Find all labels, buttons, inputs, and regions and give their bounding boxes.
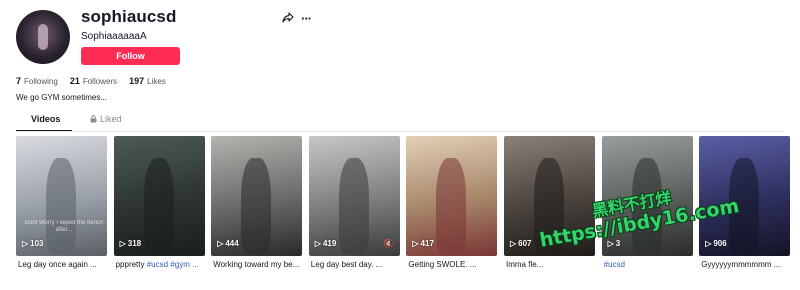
video-thumbnail[interactable]: ▷ 417	[406, 136, 498, 256]
thumbnail-figure	[338, 158, 369, 254]
view-count: ▷ 906	[705, 239, 727, 248]
thumbnail-overlay-text: Dont Worry I wiped the bench after...	[24, 219, 104, 233]
avatar[interactable]	[16, 10, 70, 64]
view-count-value: 103	[30, 239, 44, 248]
video-caption[interactable]: #ucsd	[604, 260, 693, 269]
video-thumbnail[interactable]: ▷ 318	[113, 136, 205, 256]
video-caption[interactable]: Imma fle...	[506, 260, 595, 269]
profile-tabs: Videos Liked	[16, 114, 156, 132]
view-count-value: 318	[127, 239, 142, 248]
thumbnail-figure	[143, 158, 174, 254]
view-count: ▷ 444	[217, 239, 239, 248]
caption-hashtags[interactable]: #ucsd	[604, 260, 625, 269]
caption-hashtags[interactable]: #ucsd #gym ...	[147, 260, 199, 269]
view-count-value: 607	[518, 239, 532, 248]
video-card[interactable]: ▷ 419 🔇 Leg day best day. ...	[308, 136, 400, 269]
play-icon: ▷	[705, 239, 712, 248]
view-count-value: 444	[225, 239, 239, 248]
following-label: Following	[24, 77, 58, 86]
view-count-value: 417	[420, 239, 434, 248]
video-card[interactable]: ▷ 906 Gyyyyyymmmmmm ...	[699, 136, 791, 269]
likes-label: Likes	[147, 77, 166, 86]
video-caption[interactable]: Working toward my be...	[213, 260, 302, 269]
view-count-value: 906	[713, 239, 727, 248]
tab-liked-label: Liked	[100, 114, 122, 124]
play-icon: ▷	[510, 239, 517, 248]
thumbnail-figure	[46, 158, 76, 254]
muted-icon: 🔇	[383, 239, 394, 248]
play-icon: ▷	[412, 239, 419, 248]
play-icon: ▷	[119, 239, 126, 248]
video-caption[interactable]: Leg day once again ...	[18, 260, 107, 269]
profile-username: sophiaucsd	[81, 7, 177, 26]
view-count: ▷ 417	[412, 239, 434, 248]
view-count: ▷ 3	[608, 239, 621, 248]
thumbnail-figure	[436, 158, 467, 254]
tab-liked[interactable]: Liked	[90, 114, 122, 124]
video-grid: Dont Worry I wiped the bench after... ▷ 10…	[16, 136, 794, 269]
likes-stat: 197 Likes	[129, 76, 166, 86]
followers-label: Followers	[82, 77, 118, 86]
view-count: ▷ 607	[510, 239, 532, 248]
likes-count: 197	[129, 76, 145, 86]
play-icon: ▷	[314, 239, 321, 248]
video-card[interactable]: Dont Worry I wiped the bench after... ▷ 10…	[16, 136, 107, 269]
video-caption[interactable]: pppretty #ucsd #gym ...	[116, 260, 205, 269]
video-caption[interactable]: Gyyyyyymmmmmm ...	[701, 260, 790, 269]
view-count: ▷ 103	[22, 239, 44, 248]
share-icon[interactable]	[282, 12, 294, 24]
following-stat[interactable]: 7 Following	[16, 76, 58, 86]
play-icon: ▷	[607, 239, 614, 248]
video-thumbnail[interactable]: ▷ 444	[211, 136, 303, 256]
video-thumbnail[interactable]: ▷ 419 🔇	[308, 136, 400, 256]
play-icon: ▷	[22, 239, 29, 248]
video-card[interactable]: ▷ 318 pppretty #ucsd #gym ...	[113, 136, 205, 269]
video-card[interactable]: ▷ 444 Working toward my be...	[211, 136, 303, 269]
video-thumbnail[interactable]: Dont Worry I wiped the bench after... ▷ 10…	[16, 136, 107, 256]
video-caption[interactable]: Leg day best day. ...	[311, 260, 400, 269]
lock-icon	[90, 115, 97, 123]
view-count: ▷ 419	[315, 239, 337, 248]
caption-text: pppretty	[115, 260, 147, 269]
video-thumbnail[interactable]: ▷ 906	[699, 136, 791, 256]
tabs-divider	[16, 131, 784, 132]
profile-bio: We go GYM sometimes...	[16, 93, 107, 102]
thumbnail-figure	[241, 158, 272, 254]
video-caption[interactable]: Getting SWOLE. ...	[408, 260, 497, 269]
followers-count: 21	[69, 76, 80, 86]
more-options-icon[interactable]: ···	[301, 11, 312, 26]
following-count: 7	[16, 76, 22, 86]
followers-stat[interactable]: 21 Followers	[70, 76, 117, 86]
view-count: ▷ 318	[120, 239, 142, 248]
profile-nickname: SophiaaaaaaA	[81, 31, 147, 42]
play-icon: ▷	[217, 239, 224, 248]
view-count-value: 3	[615, 239, 621, 248]
tab-videos[interactable]: Videos	[31, 114, 60, 124]
video-card[interactable]: ▷ 417 Getting SWOLE. ...	[406, 136, 498, 269]
follow-button[interactable]: Follow	[81, 47, 180, 65]
view-count-value: 419	[322, 239, 337, 248]
profile-stats: 7 Following 21 Followers 197 Likes	[16, 76, 166, 86]
